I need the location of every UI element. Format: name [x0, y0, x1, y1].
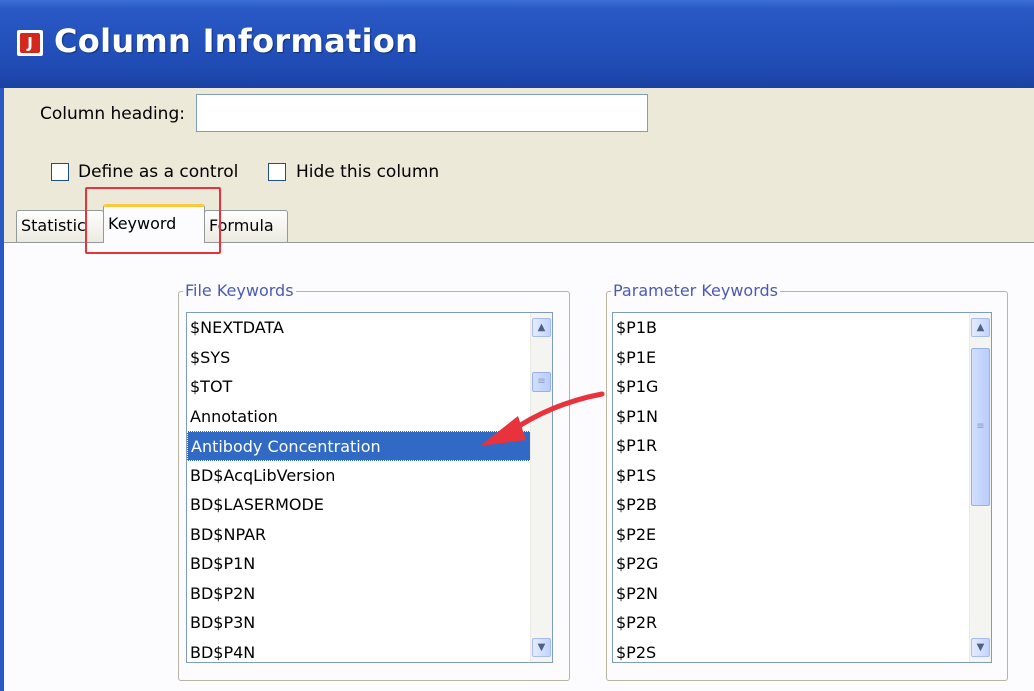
list-item[interactable]: $P1R [613, 431, 991, 461]
app-icon: J [17, 30, 43, 56]
define-control-label: Define as a control [78, 162, 239, 182]
chevron-down-icon[interactable]: ▼ [971, 638, 990, 657]
list-item[interactable]: $P2N [613, 579, 991, 609]
list-item[interactable]: BD$LASERMODE [187, 490, 552, 520]
list-item[interactable]: $P1S [613, 461, 991, 491]
title-bar[interactable]: J Column Information [0, 0, 1034, 88]
list-item[interactable]: $NEXTDATA [187, 313, 552, 343]
list-item[interactable]: $SYS [187, 343, 552, 373]
list-item[interactable]: $P2E [613, 520, 991, 550]
hide-column-label: Hide this column [296, 162, 440, 182]
parameter-keywords-list[interactable]: $P1B $P1E $P1G $P1N $P1R $P1S $P2B $P2E … [612, 312, 992, 663]
window-title: Column Information [54, 22, 419, 60]
list-item[interactable]: $P1B [613, 313, 991, 343]
file-keywords-list[interactable]: $NEXTDATA $SYS $TOT Annotation Antibody … [186, 312, 553, 663]
list-item[interactable]: $P2S [613, 638, 991, 663]
list-item[interactable]: $P2G [613, 549, 991, 579]
parameter-keywords-title: Parameter Keywords [611, 281, 780, 301]
chevron-down-icon[interactable]: ▼ [532, 638, 551, 657]
column-heading-label: Column heading: [40, 104, 185, 124]
file-keywords-scrollbar[interactable]: ▲ ≡ ▼ [530, 313, 552, 662]
hide-column-checkbox[interactable] [268, 163, 286, 181]
list-item[interactable]: $P2R [613, 608, 991, 638]
chevron-up-icon[interactable]: ▲ [532, 318, 551, 337]
list-item[interactable]: $P1N [613, 402, 991, 432]
parameter-keywords-scrollbar[interactable]: ▲ ≡ ▼ [969, 313, 991, 662]
app-icon-letter: J [27, 34, 33, 52]
column-heading-input[interactable] [196, 94, 648, 132]
list-item[interactable]: BD$AcqLibVersion [187, 461, 552, 491]
list-item[interactable]: $P1G [613, 372, 991, 402]
list-item[interactable]: BD$NPAR [187, 520, 552, 550]
red-arrow-icon [480, 391, 605, 446]
list-item[interactable]: BD$P2N [187, 579, 552, 609]
grip-icon[interactable]: ≡ [971, 348, 990, 506]
list-item[interactable]: $P2B [613, 490, 991, 520]
file-keywords-title: File Keywords [183, 281, 296, 301]
list-item[interactable]: $P1E [613, 343, 991, 373]
chevron-up-icon[interactable]: ▲ [971, 318, 990, 337]
list-item[interactable]: BD$P3N [187, 608, 552, 638]
define-control-checkbox[interactable] [51, 163, 69, 181]
list-item[interactable]: BD$P4N [187, 638, 552, 663]
list-item[interactable]: BD$P1N [187, 549, 552, 579]
tab-highlight-annotation [85, 187, 221, 254]
